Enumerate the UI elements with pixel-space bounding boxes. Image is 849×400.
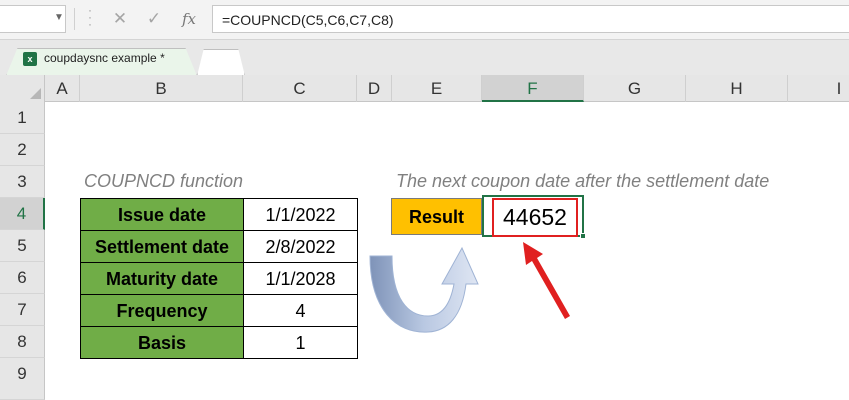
row-header-3[interactable]: 3 [0,166,45,198]
value-basis[interactable]: 1 [243,326,358,359]
red-arrow-icon [523,242,570,319]
fill-handle[interactable] [580,233,586,239]
row-header-7[interactable]: 7 [0,294,45,326]
label-maturity-date[interactable]: Maturity date [80,262,244,295]
tab-label: coupdaysnc example * [44,51,165,65]
column-header-h[interactable]: H [686,75,788,102]
column-header-a[interactable]: A [45,75,80,102]
column-header-b[interactable]: B [80,75,243,102]
curved-arrow-icon [369,246,479,333]
row-header-4[interactable]: 4 [0,198,45,230]
row-header-1[interactable]: 1 [0,102,45,134]
chevron-down-icon[interactable]: ▼ [54,12,64,23]
enter-icon[interactable]: ✓ [142,7,166,31]
column-header-g[interactable]: G [584,75,686,102]
column-header-e[interactable]: E [392,75,482,102]
row-header-5[interactable]: 5 [0,230,45,262]
excel-file-icon: x [23,52,37,66]
sheet-title[interactable]: COUPNCD function [84,165,243,197]
value-maturity-date[interactable]: 1/1/2028 [243,262,358,295]
formula-input[interactable]: =COUPNCD(C5,C6,C7,C8) [212,5,849,33]
column-header-c[interactable]: C [243,75,357,102]
result-caption[interactable]: The next coupon date after the settlemen… [396,165,769,197]
row-header-6[interactable]: 6 [0,262,45,294]
column-header-f[interactable]: F [482,75,584,102]
result-label[interactable]: Result [391,198,482,235]
more-dots-icon[interactable]: · · · [86,4,94,30]
function-icon[interactable]: fx [177,7,201,31]
column-header-i[interactable]: I [788,75,849,102]
label-basis[interactable]: Basis [80,326,244,359]
row-header-2[interactable]: 2 [0,134,45,166]
formula-bar-divider [74,8,75,30]
value-frequency[interactable]: 4 [243,294,358,327]
value-issue-date[interactable]: 1/1/2022 [243,198,358,231]
label-settlement-date[interactable]: Settlement date [80,230,244,263]
label-issue-date[interactable]: Issue date [80,198,244,231]
value-settlement-date[interactable]: 2/8/2022 [243,230,358,263]
row-header-8[interactable]: 8 [0,326,45,358]
column-header-d[interactable]: D [357,75,392,102]
select-all-icon [30,88,41,99]
row-header-9[interactable]: 9 [0,358,45,400]
result-value: 44652 [503,204,567,230]
cancel-icon[interactable]: ✕ [108,7,132,31]
new-tab-button[interactable] [197,49,245,76]
label-frequency[interactable]: Frequency [80,294,244,327]
